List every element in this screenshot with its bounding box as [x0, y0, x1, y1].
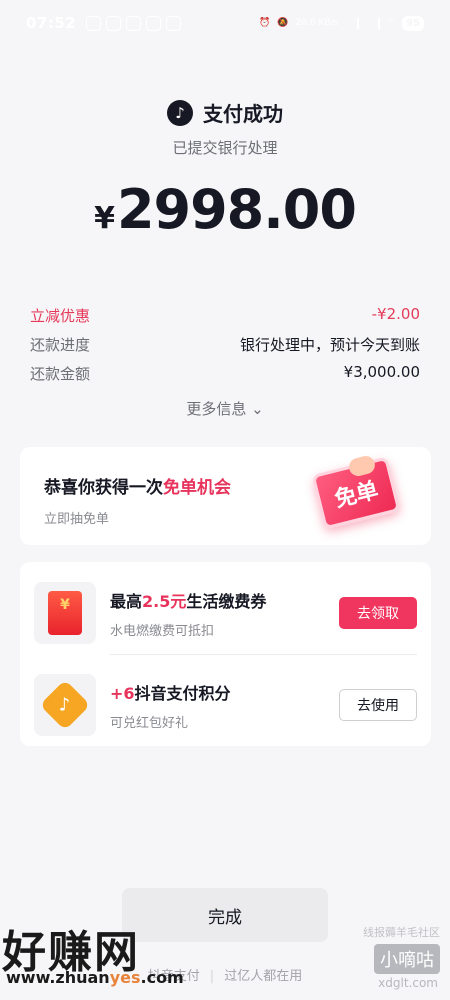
page-subtitle: 已提交银行处理	[172, 139, 278, 157]
footer-tagline: 过亿人都在用	[224, 969, 303, 984]
info-label: 还款进度	[30, 336, 91, 354]
more-info-label: 更多信息	[186, 400, 247, 418]
app-notification-icon	[86, 15, 102, 31]
payment-amount: ¥2998.00	[0, 178, 450, 241]
reward-title: +6抖音支付积分	[110, 683, 231, 703]
payment-header: ♪ 支付成功 已提交银行处理	[0, 98, 450, 158]
reward-item-points: ♪ +6抖音支付积分 可兑红包好礼 去使用	[34, 666, 417, 744]
app-notification-icon	[126, 15, 142, 31]
app-notification-icon	[166, 15, 182, 31]
watermark-badge: 小嘀咕	[374, 944, 440, 974]
signal-icon	[345, 17, 360, 29]
watermark-url: www.zhuanyes.com	[6, 968, 184, 987]
watermark-site: xdglt.com	[378, 976, 438, 990]
app-notification-icon	[146, 15, 162, 31]
chevron-down-icon: ⌄	[251, 400, 264, 418]
status-app-icons	[86, 15, 182, 31]
info-row-amount: 还款金额 ¥3,000.00	[30, 363, 420, 392]
more-info-link[interactable]: 更多信息 ⌄	[0, 398, 450, 419]
info-label: 立减优惠	[30, 307, 91, 325]
net-speed: 20.0 KB/s	[295, 18, 339, 28]
watermark-caption: 线报薅羊毛社区	[363, 926, 440, 939]
battery-icon: 95	[402, 15, 424, 31]
signal-icon	[366, 17, 381, 29]
reward-subtitle: 可兑红包好礼	[110, 715, 189, 731]
info-row-discount: 立减优惠 -¥2.00	[30, 305, 420, 334]
coupon-thumb: ¥	[34, 582, 96, 644]
currency-symbol: ¥	[94, 201, 115, 236]
status-bar: 07:52 ⏰ 🔕 20.0 KB/s ◠ 95	[0, 0, 450, 46]
status-indicators: ⏰ 🔕 20.0 KB/s ◠ 95	[259, 15, 424, 31]
info-row-progress: 还款进度 银行处理中，预计今天到账	[30, 334, 420, 363]
payment-details: 立减优惠 -¥2.00 还款进度 银行处理中，预计今天到账 还款金额 ¥3,00…	[30, 305, 420, 392]
wifi-icon: ◠	[387, 18, 396, 28]
red-packet-icon: ¥	[48, 591, 82, 635]
app-notification-icon	[106, 15, 122, 31]
alarm-icon: ⏰	[259, 18, 271, 28]
amount-value: 2998.00	[116, 178, 357, 241]
reward-title: 最高2.5元生活缴费券	[110, 591, 267, 611]
use-points-button[interactable]: 去使用	[339, 689, 417, 721]
info-value: ¥3,000.00	[343, 363, 420, 381]
reward-item-coupon: ¥ 最高2.5元生活缴费券 水电燃缴费可抵扣 去领取	[34, 574, 417, 652]
page-title: 支付成功	[203, 102, 283, 126]
tiktok-icon: ♪	[167, 99, 193, 126]
info-value: 银行处理中，预计今天到账	[239, 336, 420, 354]
divider	[110, 654, 417, 655]
points-thumb: ♪	[34, 674, 96, 736]
points-coin-icon: ♪	[39, 679, 91, 731]
info-label: 还款金额	[30, 365, 91, 383]
claim-coupon-button[interactable]: 去领取	[339, 597, 417, 629]
rewards-card: ¥ 最高2.5元生活缴费券 水电燃缴费可抵扣 去领取 ♪ +6抖音支付积分 可兑…	[20, 562, 431, 746]
free-order-card[interactable]: 恭喜你获得一次免单机会 立即抽免单 免单	[20, 447, 431, 545]
reward-subtitle: 水电燃缴费可抵扣	[110, 623, 215, 639]
mute-icon: 🔕	[277, 18, 289, 28]
status-time: 07:52	[26, 14, 77, 32]
info-value: -¥2.00	[371, 305, 420, 323]
done-button[interactable]: 完成	[122, 888, 328, 942]
